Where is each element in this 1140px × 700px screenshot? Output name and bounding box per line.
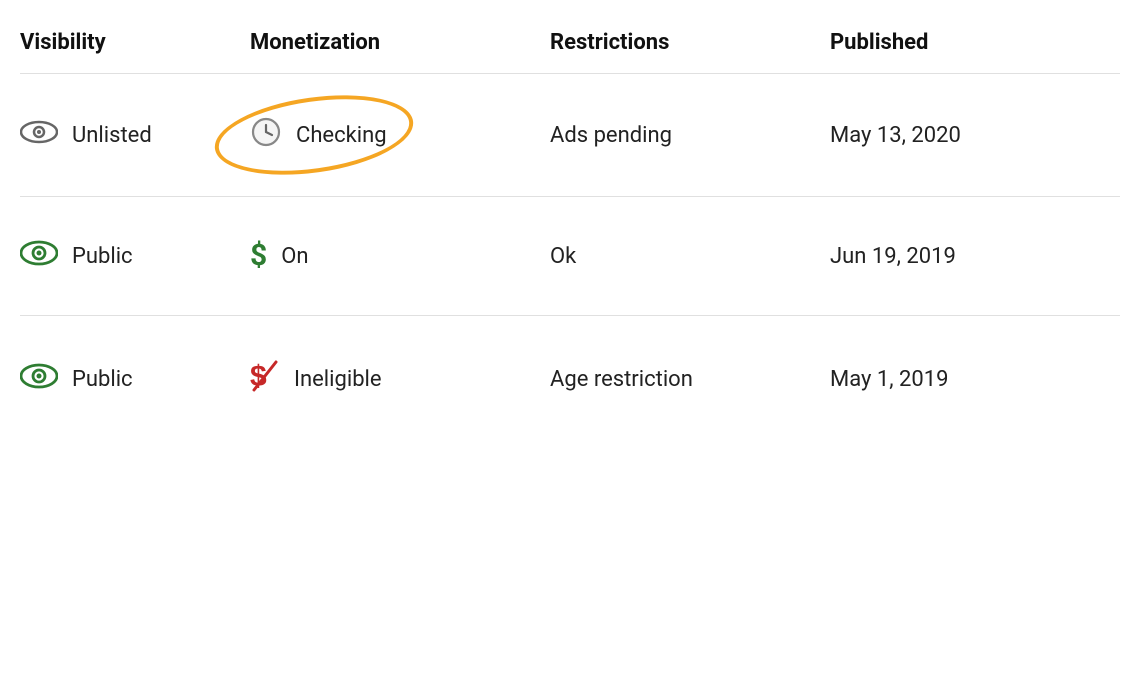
table-row: Public $ On Ok Jun 19, 2019 — [20, 197, 1120, 315]
table-row: Unlisted Checking Ads pending — [20, 74, 1120, 196]
checking-wrapper: Checking — [250, 116, 387, 154]
header-visibility: Visibility — [20, 30, 250, 55]
published-cell-2: Jun 19, 2019 — [830, 244, 1120, 269]
monetization-cell-2: $ On — [250, 241, 550, 271]
dollar-red-icon: $ — [250, 358, 280, 400]
monetization-label-2: On — [281, 244, 308, 269]
published-cell-3: May 1, 2019 — [830, 367, 1120, 392]
restrictions-label-2: Ok — [550, 244, 576, 269]
eye-icon-green-2 — [20, 239, 58, 273]
table-header: Visibility Monetization Restrictions Pub… — [20, 20, 1120, 73]
eye-icon-grey — [20, 120, 58, 150]
restrictions-cell-1: Ads pending — [550, 123, 830, 148]
visibility-cell-2: Public — [20, 239, 250, 273]
restrictions-cell-2: Ok — [550, 244, 830, 269]
visibility-label-2: Public — [72, 244, 133, 269]
table-row: Public $ Ineligible Age restriction May … — [20, 316, 1120, 442]
header-monetization: Monetization — [250, 30, 550, 55]
visibility-label-3: Public — [72, 367, 133, 392]
video-table: Visibility Monetization Restrictions Pub… — [20, 20, 1120, 442]
monetization-cell-3: $ Ineligible — [250, 358, 550, 400]
published-date-1: May 13, 2020 — [830, 123, 961, 148]
restrictions-cell-3: Age restriction — [550, 367, 830, 392]
published-date-3: May 1, 2019 — [830, 367, 949, 392]
restrictions-label-3: Age restriction — [550, 367, 693, 392]
published-cell-1: May 13, 2020 — [830, 123, 1120, 148]
monetization-label-3: Ineligible — [294, 367, 382, 392]
monetization-cell-1: Checking — [250, 116, 550, 154]
eye-icon-green-3 — [20, 362, 58, 396]
visibility-cell-1: Unlisted — [20, 120, 250, 150]
restrictions-label-1: Ads pending — [550, 123, 672, 148]
published-date-2: Jun 19, 2019 — [830, 244, 956, 269]
visibility-label-1: Unlisted — [72, 123, 152, 148]
dollar-green-icon: $ — [250, 241, 267, 271]
header-published: Published — [830, 30, 1120, 55]
monetization-label-1: Checking — [296, 123, 387, 148]
clock-icon — [250, 116, 282, 154]
header-restrictions: Restrictions — [550, 30, 830, 55]
visibility-cell-3: Public — [20, 362, 250, 396]
